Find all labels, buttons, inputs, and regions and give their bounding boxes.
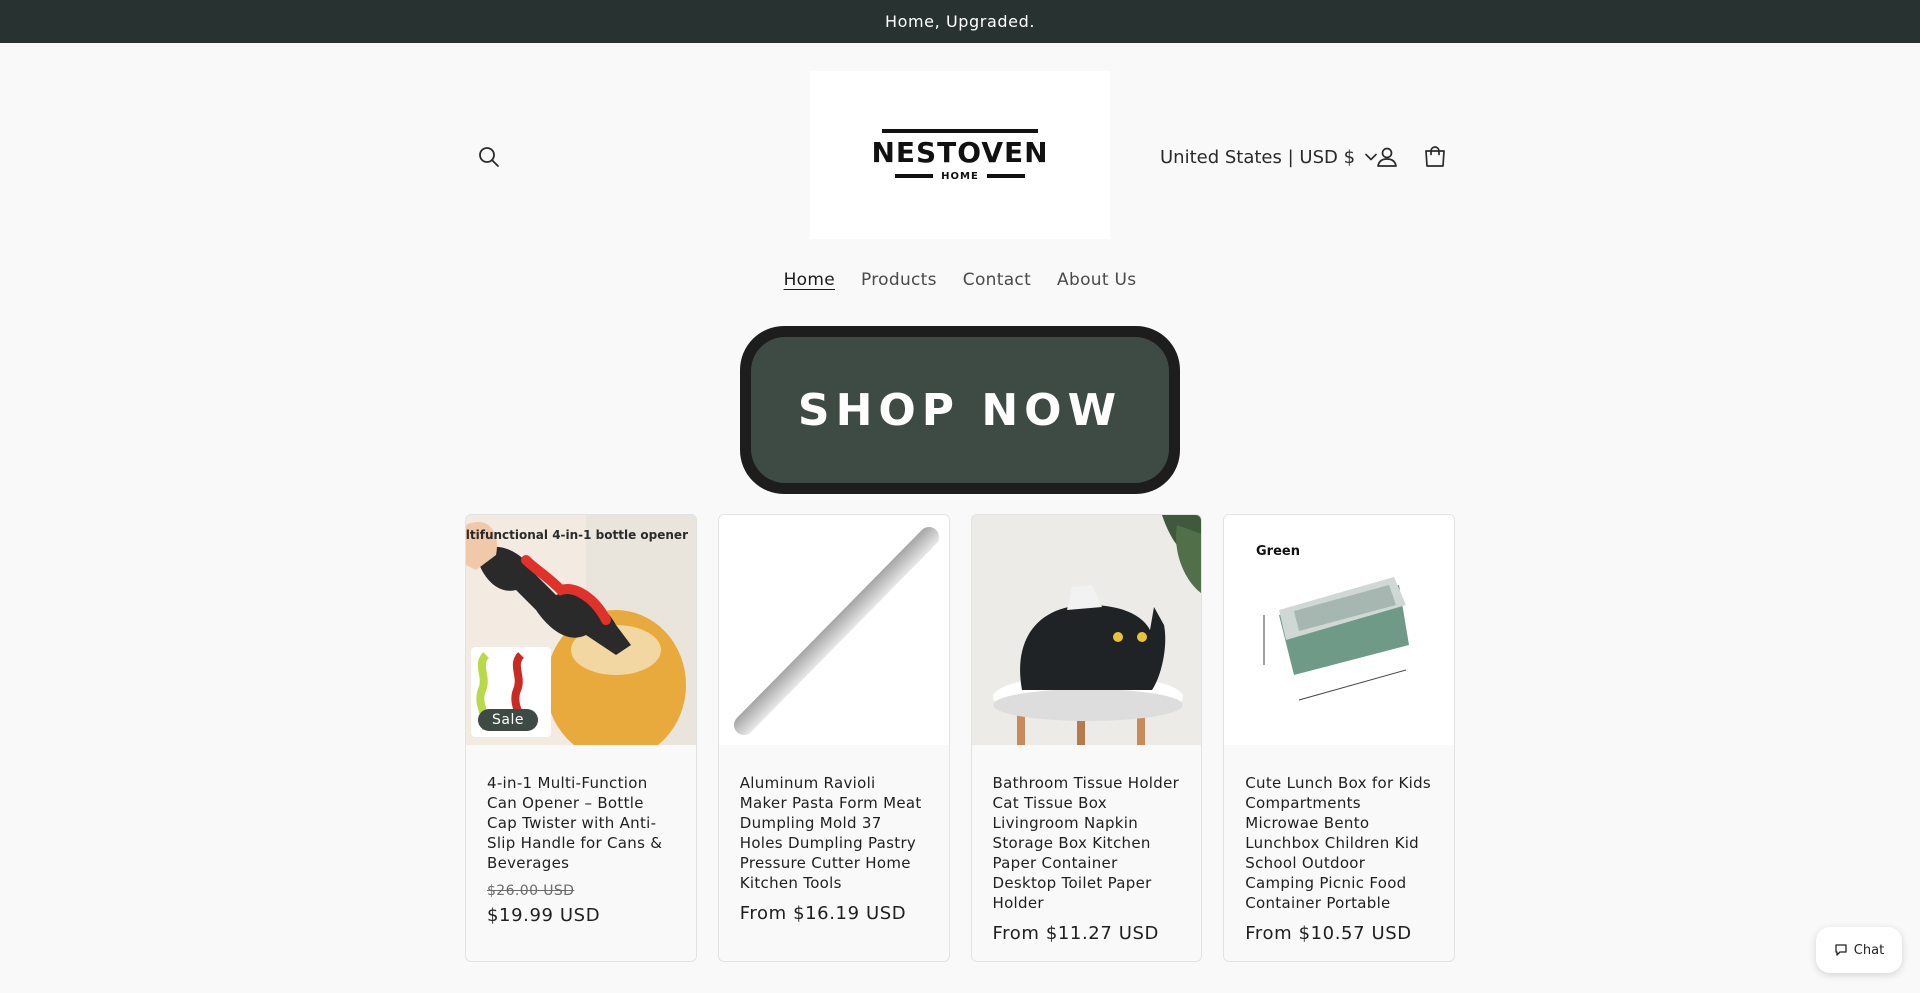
announcement-text: Home, Upgraded. <box>884 12 1036 31</box>
cat-tissue-box-illustration <box>971 515 1202 745</box>
country-currency-selector[interactable]: United States | USD $ <box>1160 140 1377 174</box>
product-price: From $11.27 USD <box>992 923 1159 944</box>
product-card[interactable]: Aluminum Ravioli Maker Pasta Form Meat D… <box>717 514 950 962</box>
announcement-bar: Home, Upgraded. <box>0 0 1920 43</box>
nav-item-products[interactable]: Products <box>861 270 937 300</box>
image-label: Green <box>1256 544 1300 559</box>
logo-subtext: HOME <box>941 170 979 182</box>
search-icon <box>479 147 499 167</box>
product-image-can-opener[interactable]: Multifunctional 4-in-1 bottle opener Sal… <box>466 515 696 745</box>
image-caption: Multifunctional 4-in-1 bottle opener <box>466 528 688 542</box>
product-image-ravioli-maker[interactable] <box>718 515 949 745</box>
chat-label: Chat <box>1853 942 1885 958</box>
nav-item-contact[interactable]: Contact <box>963 270 1031 300</box>
account-icon <box>1377 147 1397 167</box>
product-card[interactable]: Bathroom Tissue Holder Cat Tissue Box Li… <box>970 514 1203 962</box>
product-price: $19.99 USD <box>487 905 601 926</box>
product-price: From $16.19 USD <box>739 903 907 924</box>
product-title[interactable]: Cute Lunch Box for Kids Compartments Mic… <box>1245 773 1433 913</box>
site-header: NESTOVEN HOME United States | USD $ <box>0 43 1920 243</box>
product-grid: Multifunctional 4-in-1 bottle opener Sal… <box>465 514 1455 962</box>
shop-now-label: SHOP NOW <box>751 337 1169 483</box>
cart-icon <box>1425 146 1445 167</box>
product-compare-price: $26.00 USD <box>487 883 575 899</box>
product-title[interactable]: 4-in-1 Multi-Function Can Opener – Bottl… <box>487 773 675 873</box>
product-card[interactable]: Green Cute Lunch Box for Kids Compartmen… <box>1223 514 1455 962</box>
logo-wordmark: NESTOVEN <box>871 135 1049 169</box>
product-image-lunch-box[interactable]: Green <box>1224 515 1454 745</box>
logo-top-bar <box>882 128 1038 133</box>
product-title[interactable]: Bathroom Tissue Holder Cat Tissue Box Li… <box>993 773 1181 913</box>
currency-label: United States | USD $ <box>1160 146 1356 168</box>
product-card[interactable]: Multifunctional 4-in-1 bottle opener Sal… <box>465 514 697 962</box>
product-info: Cute Lunch Box for Kids Compartments Mic… <box>1224 745 1454 944</box>
search-button[interactable] <box>474 142 504 172</box>
logo-sub-bar-left <box>895 174 934 178</box>
product-info: 4-in-1 Multi-Function Can Opener – Bottl… <box>466 745 696 926</box>
product-title[interactable]: Aluminum Ravioli Maker Pasta Form Meat D… <box>740 773 928 893</box>
chat-button[interactable]: Chat <box>1816 927 1902 973</box>
cart-button[interactable] <box>1418 140 1452 174</box>
nav-item-about-us[interactable]: About Us <box>1057 270 1136 300</box>
logo-sub-bar-right <box>986 174 1025 178</box>
rolling-pin-illustration <box>718 515 949 745</box>
chat-icon <box>1835 944 1847 956</box>
site-logo[interactable]: NESTOVEN HOME <box>810 71 1110 239</box>
product-info: Aluminum Ravioli Maker Pasta Form Meat D… <box>719 745 949 924</box>
product-price: From $10.57 USD <box>1245 923 1412 944</box>
sale-badge: Sale <box>478 709 538 731</box>
shop-now-button[interactable]: SHOP NOW <box>740 326 1180 494</box>
main-navigation: Home Products Contact About Us <box>0 270 1920 300</box>
account-button[interactable] <box>1370 140 1404 174</box>
logo-subline: HOME <box>895 171 1025 182</box>
product-image-cat-tissue-box[interactable] <box>971 515 1202 745</box>
product-info: Bathroom Tissue Holder Cat Tissue Box Li… <box>972 745 1202 944</box>
nav-item-home[interactable]: Home <box>784 270 835 300</box>
lunch-box-illustration: Green <box>1224 515 1454 745</box>
